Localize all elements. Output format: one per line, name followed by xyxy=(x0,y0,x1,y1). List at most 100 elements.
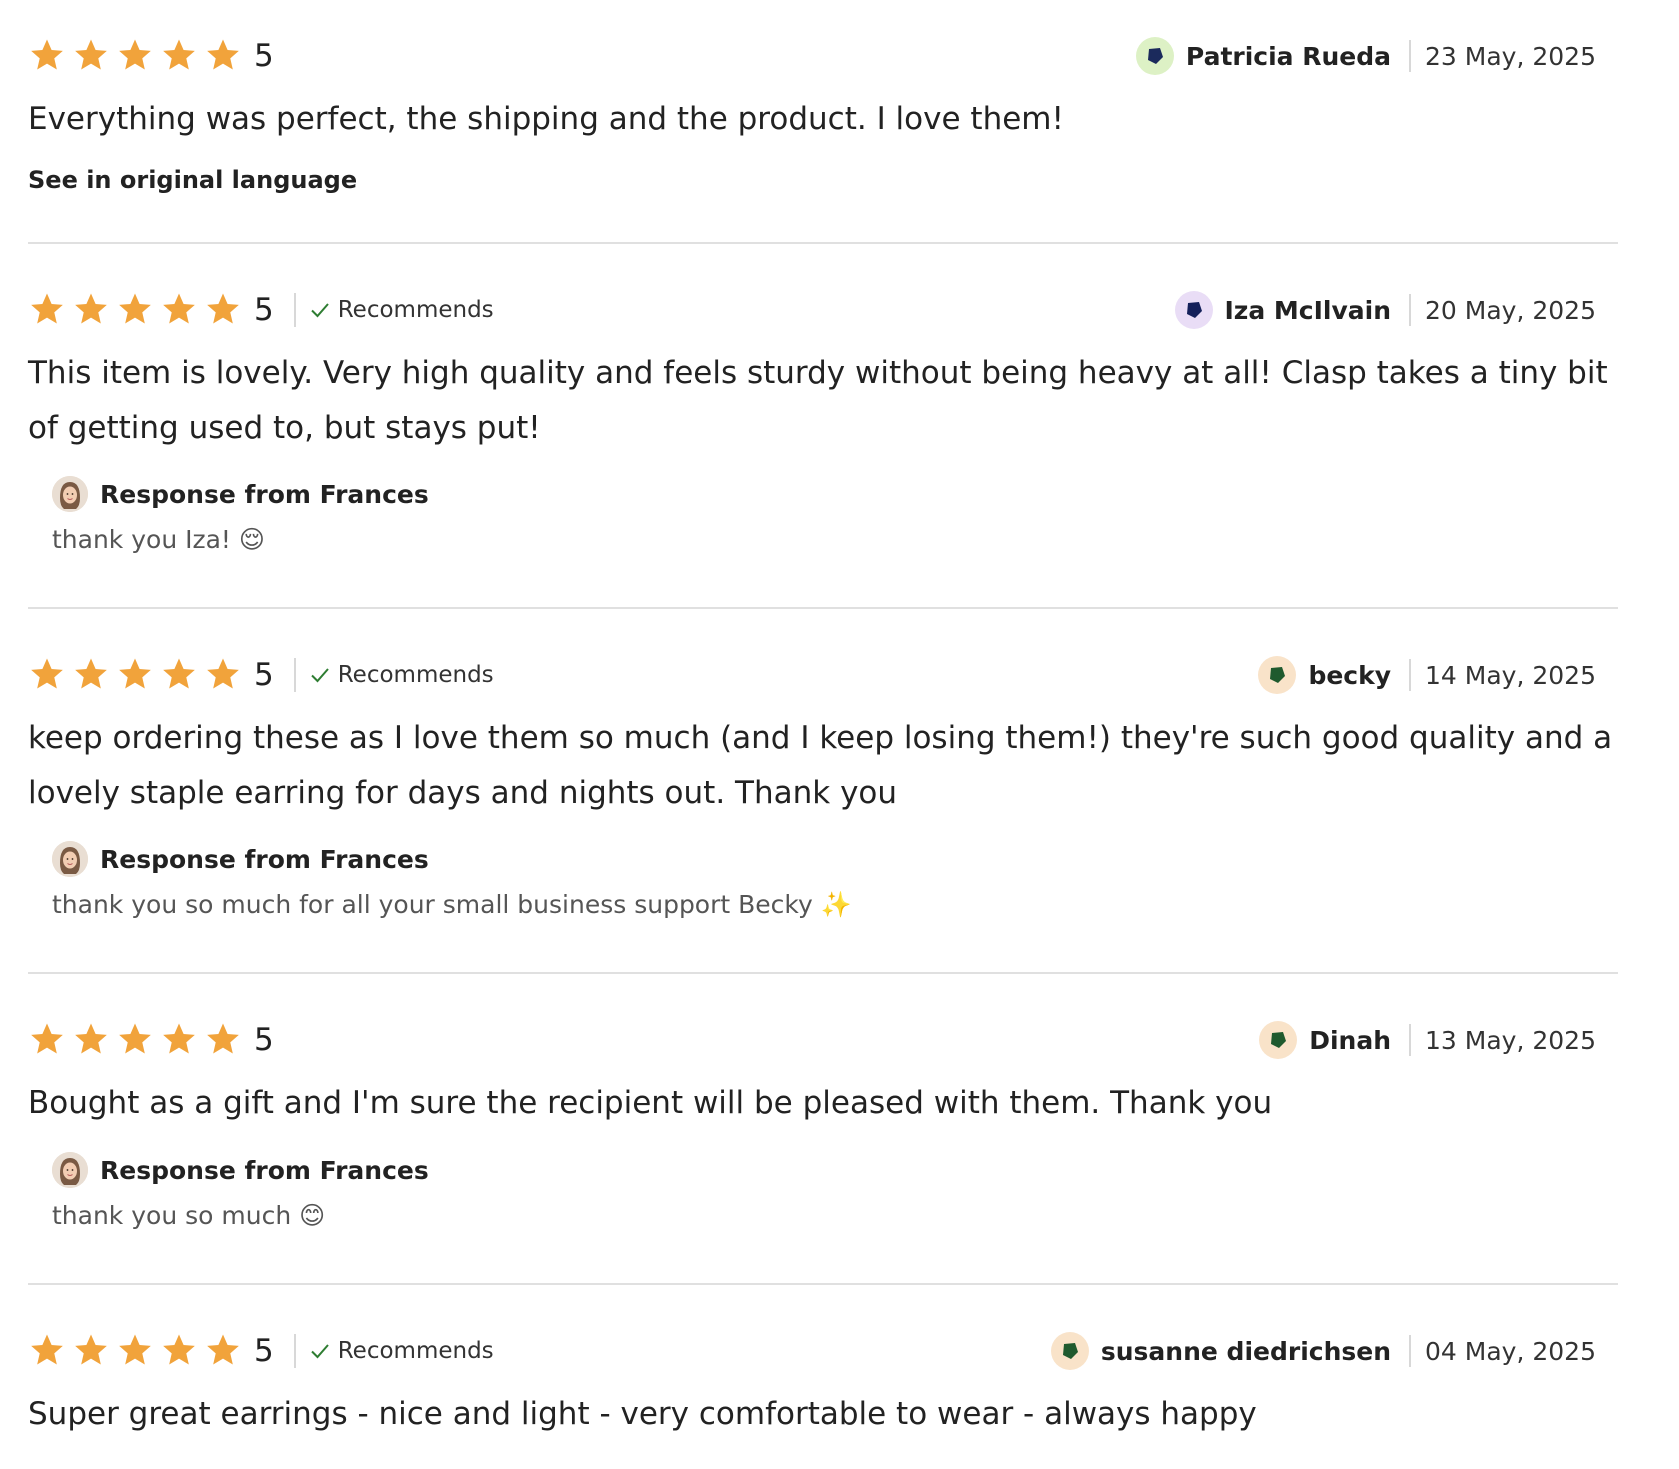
review-text: Everything was perfect, the shipping and… xyxy=(28,101,1064,137)
star-icon xyxy=(207,658,239,689)
star-icon xyxy=(163,293,195,324)
user-avatar-icon[interactable] xyxy=(1174,291,1213,329)
star-icon xyxy=(119,293,151,324)
rating-row: 5 xyxy=(28,1020,274,1060)
shop-owner-face-icon xyxy=(52,841,88,877)
review-date: 13 May, 2025 xyxy=(1425,1025,1596,1055)
reviewer-name[interactable]: Iza McIlvain xyxy=(1225,296,1392,325)
review-divider xyxy=(28,972,1618,974)
star-icon xyxy=(163,1334,195,1365)
user-avatar-icon[interactable] xyxy=(1135,37,1174,75)
user-avatar-icon[interactable] xyxy=(1258,656,1297,694)
review-text: This item is lovely. Very high quality a… xyxy=(28,355,1608,446)
star-rating xyxy=(28,1020,242,1060)
star-icon xyxy=(31,658,63,689)
star-rating xyxy=(28,1331,242,1371)
review-meta: Dinah 13 May, 2025 xyxy=(1259,1020,1596,1060)
star-icon xyxy=(75,293,107,324)
rating-value: 5 xyxy=(254,1022,274,1058)
response-text: thank you so much for all your small bus… xyxy=(52,890,852,919)
review-date: 14 May, 2025 xyxy=(1425,660,1596,690)
star-rating xyxy=(28,290,242,330)
review-text: keep ordering these as I love them so mu… xyxy=(28,720,1613,811)
recommends-label: Recommends xyxy=(337,297,494,323)
avatar-shape-icon xyxy=(1062,1343,1078,1359)
user-avatar-icon[interactable] xyxy=(1259,1021,1298,1059)
see-original-language-link[interactable]: See in original language xyxy=(28,166,357,194)
meta-divider xyxy=(1409,1335,1412,1367)
shop-owner-avatar xyxy=(52,841,88,877)
shop-owner-avatar xyxy=(52,476,88,512)
rating-value: 5 xyxy=(254,1333,274,1369)
recommends-label: Recommends xyxy=(337,662,494,688)
avatar-shape-icon xyxy=(1271,1032,1287,1048)
star-icon xyxy=(207,1023,239,1054)
star-icon xyxy=(75,39,107,70)
review-divider xyxy=(28,242,1618,244)
shop-owner-face-icon xyxy=(52,476,88,512)
star-icon xyxy=(207,293,239,324)
star-rating xyxy=(28,36,242,76)
review-text: Super great earrings - nice and light - … xyxy=(28,1396,1257,1432)
reviewer-name[interactable]: susanne diedrichsen xyxy=(1101,1337,1391,1366)
response-title: Response from Frances xyxy=(100,844,429,874)
star-icon xyxy=(207,39,239,70)
star-icon xyxy=(163,1023,195,1054)
checkmark-icon xyxy=(311,668,329,683)
star-icon xyxy=(31,1334,63,1365)
shop-response-header: Response from Frances xyxy=(52,474,429,514)
recommends-badge: Recommends xyxy=(293,1334,494,1368)
meta-divider xyxy=(1409,659,1412,691)
recommends-badge: Recommends xyxy=(293,658,494,692)
review-meta: becky 14 May, 2025 xyxy=(1258,655,1596,695)
shop-owner-face-icon xyxy=(52,1152,88,1188)
shop-response-header: Response from Frances xyxy=(52,839,429,879)
avatar-shape-icon xyxy=(1186,302,1202,318)
rating-value: 5 xyxy=(254,38,274,74)
response-text: thank you so much 😊 xyxy=(52,1201,326,1230)
star-icon xyxy=(163,658,195,689)
rating-value: 5 xyxy=(254,657,274,693)
checkmark-icon xyxy=(311,1344,329,1359)
star-icon xyxy=(207,1334,239,1365)
star-icon xyxy=(119,39,151,70)
avatar-shape-icon xyxy=(1270,667,1286,683)
user-avatar-icon[interactable] xyxy=(1050,1332,1089,1370)
rating-row: 5 Recommends xyxy=(28,290,494,330)
star-icon xyxy=(75,1023,107,1054)
response-text: thank you Iza! 😌 xyxy=(52,525,265,554)
reviewer-name[interactable]: Patricia Rueda xyxy=(1186,42,1391,71)
star-icon xyxy=(31,293,63,324)
star-icon xyxy=(75,1334,107,1365)
shop-owner-avatar xyxy=(52,1152,88,1188)
meta-divider xyxy=(1409,294,1412,326)
response-title: Response from Frances xyxy=(100,1155,429,1185)
review-meta: Iza McIlvain 20 May, 2025 xyxy=(1174,290,1596,330)
checkmark-icon xyxy=(311,303,329,318)
star-icon xyxy=(119,1334,151,1365)
rating-value: 5 xyxy=(254,292,274,328)
star-icon xyxy=(119,1023,151,1054)
rating-row: 5 Recommends xyxy=(28,1331,494,1371)
recommends-badge: Recommends xyxy=(293,293,494,327)
recommends-label: Recommends xyxy=(337,1338,494,1364)
review-meta: Patricia Rueda 23 May, 2025 xyxy=(1135,36,1596,76)
review-divider xyxy=(28,607,1618,609)
meta-divider xyxy=(1409,1024,1412,1056)
rating-row: 5 xyxy=(28,36,274,76)
response-title: Response from Frances xyxy=(100,479,429,509)
reviewer-name[interactable]: becky xyxy=(1308,661,1391,690)
reviewer-name[interactable]: Dinah xyxy=(1309,1026,1391,1055)
star-icon xyxy=(119,658,151,689)
review-date: 23 May, 2025 xyxy=(1425,41,1596,71)
review-meta: susanne diedrichsen 04 May, 2025 xyxy=(1050,1331,1596,1371)
avatar-shape-icon xyxy=(1147,48,1163,64)
star-icon xyxy=(31,39,63,70)
review-divider xyxy=(28,1283,1618,1285)
reviews-list: 5 Patricia Rueda 23 May, 2025 Everything… xyxy=(0,0,1679,1469)
review-date: 04 May, 2025 xyxy=(1425,1336,1596,1366)
rating-row: 5 Recommends xyxy=(28,655,494,695)
star-rating xyxy=(28,655,242,695)
shop-response-header: Response from Frances xyxy=(52,1150,429,1190)
star-icon xyxy=(163,39,195,70)
